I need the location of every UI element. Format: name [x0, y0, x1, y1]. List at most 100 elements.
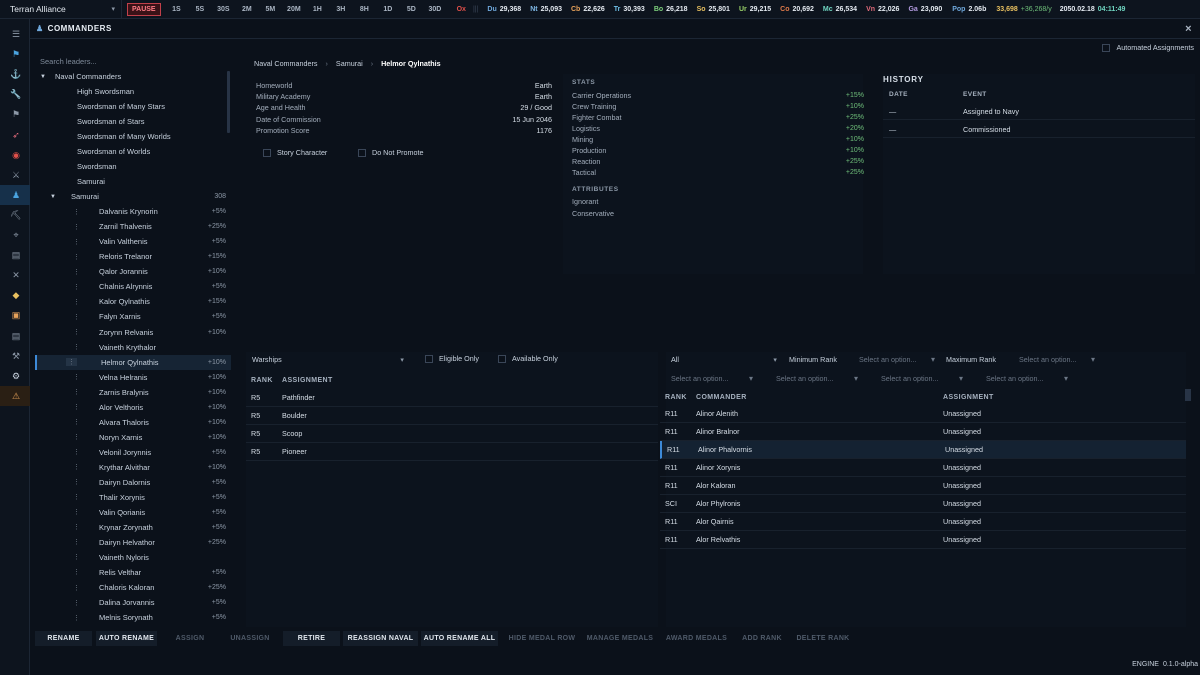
tree-rank-item[interactable]: Swordsman of Stars: [35, 114, 231, 129]
roster-row[interactable]: SCI Alor Phylronis Unassigned: [660, 495, 1186, 513]
swords-icon[interactable]: ✕: [9, 268, 23, 282]
speed-button[interactable]: 30D: [423, 6, 447, 13]
tree-commander-item[interactable]: ⋮ Melnis Sorynath +5%: [35, 610, 231, 625]
anchor-icon[interactable]: ⚓: [9, 67, 23, 81]
tree-rank-item[interactable]: Swordsman of Many Worlds: [35, 129, 231, 144]
speed-button[interactable]: 1H: [306, 6, 330, 13]
tree-commander-item[interactable]: ⋮ Kalor Qylnathis +15%: [35, 294, 231, 309]
checkbox[interactable]: [263, 148, 271, 157]
action-button-hide-medal-row[interactable]: HIDE MEDAL ROW: [504, 631, 580, 646]
close-button[interactable]: ×: [1185, 23, 1192, 35]
search-input[interactable]: Search leaders...: [40, 57, 97, 66]
drag-handle-icon[interactable]: ⋮: [73, 403, 80, 411]
drag-handle-icon[interactable]: ⋮: [73, 388, 80, 396]
roster-row[interactable]: R11 Alor Qairnis Unassigned: [660, 513, 1186, 531]
flag-icon[interactable]: ⚑: [9, 47, 23, 61]
action-button-rename[interactable]: RENAME: [35, 631, 92, 646]
action-button-award-medals[interactable]: AWARD MEDALS: [659, 631, 734, 646]
tree-commander-item[interactable]: ⋮ Helmor Qylnathis +10%: [35, 354, 231, 370]
drag-handle-icon[interactable]: ⋮: [73, 523, 80, 531]
speed-button[interactable]: 1D: [376, 6, 400, 13]
checkbox[interactable]: [358, 148, 366, 157]
tree-commander-item[interactable]: ⋮ Zarnis Bralynis +10%: [35, 385, 231, 400]
tree-commander-item[interactable]: ⋮ Krythar Alvithar +10%: [35, 460, 231, 475]
drag-handle-icon[interactable]: ⋮: [73, 538, 80, 546]
wrench-icon[interactable]: 🔧: [9, 87, 23, 101]
drag-handle-icon[interactable]: ⋮: [73, 463, 80, 471]
checkbox[interactable]: [425, 354, 433, 363]
rocket-icon[interactable]: ➶: [9, 128, 23, 142]
tree-commander-item[interactable]: ⋮ Krynar Zorynath +5%: [35, 520, 231, 535]
ship-row[interactable]: R5 Boulder: [246, 407, 658, 425]
drag-handle-icon[interactable]: ⋮: [73, 599, 80, 607]
warning-icon[interactable]: ⚠: [9, 389, 23, 403]
tree-commander-item[interactable]: ⋮ Vaineth Nyloris: [35, 550, 231, 565]
tree-commander-item[interactable]: ⋮ Valin Qorianis +5%: [35, 505, 231, 520]
drag-handle-icon[interactable]: ⋮: [73, 223, 80, 231]
action-button-auto-rename-all[interactable]: AUTO RENAME ALL: [421, 631, 498, 646]
do-not-promote-toggle[interactable]: Do Not Promote: [358, 148, 424, 157]
gear-icon[interactable]: ⚙: [9, 369, 23, 383]
action-button-delete-rank[interactable]: DELETE RANK: [792, 631, 854, 646]
roster-row[interactable]: R11 Alinor Alenith Unassigned: [660, 405, 1186, 423]
tree-commander-item[interactable]: ⋮ Dalina Jorvannis +5%: [35, 595, 231, 610]
checkbox[interactable]: [498, 354, 506, 363]
drag-handle-icon[interactable]: ⋮: [73, 433, 80, 441]
drag-handle-icon[interactable]: ⋮: [73, 584, 80, 592]
drag-handle-icon[interactable]: ⋮: [73, 208, 80, 216]
action-button-add-rank[interactable]: ADD RANK: [737, 631, 787, 646]
sub-filter-dropdown[interactable]: Select an option... ▾: [776, 374, 858, 383]
speed-button[interactable]: 8H: [353, 6, 377, 13]
story-character-toggle[interactable]: Story Character: [263, 148, 327, 157]
eligible-only-toggle[interactable]: Eligible Only: [425, 354, 479, 363]
roster-row[interactable]: R11 Alinor Xorynis Unassigned: [660, 459, 1186, 477]
ship-type-dropdown[interactable]: Warships ▾: [252, 355, 404, 367]
sub-filter-dropdown[interactable]: Select an option... ▾: [881, 374, 963, 383]
tree-commander-item[interactable]: ⋮ Chalnis Alrynnis +5%: [35, 279, 231, 294]
breadcrumb-item[interactable]: Naval Commanders: [254, 59, 318, 68]
tree-commander-item[interactable]: ⋮ Dalvanis Krynorin +5%: [35, 204, 231, 219]
drag-handle-icon[interactable]: ⋮: [73, 418, 80, 426]
tree-commander-item[interactable]: ⋮ Falyn Xarnis +5%: [35, 309, 231, 324]
tree-rank-item[interactable]: High Swordsman: [35, 84, 231, 99]
menu-icon[interactable]: ☰: [9, 27, 23, 41]
drag-handle-icon[interactable]: ⋮: [73, 283, 80, 291]
tree-commander-item[interactable]: ⋮ Velna Helranis +10%: [35, 370, 231, 385]
tag-icon[interactable]: ◆: [9, 288, 23, 302]
tree-commander-item[interactable]: ⋮ Zorynn Relvanis +10%: [35, 325, 231, 340]
rank-filter-dropdown[interactable]: All ▾: [671, 355, 777, 364]
speed-button[interactable]: 5S: [188, 6, 212, 13]
faction-selector[interactable]: Terran Alliance ▾: [0, 0, 122, 19]
roster-row[interactable]: R11 Alor Relvathis Unassigned: [660, 531, 1186, 549]
tree-root[interactable]: ▼ Naval Commanders: [35, 69, 231, 84]
minimum-rank-dropdown[interactable]: Select an option... ▾: [859, 355, 935, 364]
tree-commander-item[interactable]: ⋮ Dairyn Dalornis +5%: [35, 475, 231, 490]
drag-handle-icon[interactable]: ⋮: [73, 373, 80, 381]
pause-button[interactable]: PAUSE: [127, 2, 161, 16]
drag-handle-icon[interactable]: ⋮: [73, 253, 80, 261]
drag-handle-icon[interactable]: ⋮: [73, 328, 80, 336]
action-button-reassign-naval[interactable]: REASSIGN NAVAL: [343, 631, 418, 646]
speed-button[interactable]: 3H: [329, 6, 353, 13]
ship-row[interactable]: R5 Pioneer: [246, 443, 658, 461]
drag-handle-icon[interactable]: ⋮: [66, 358, 77, 367]
tree-commander-item[interactable]: ⋮ Qalor Jorannis +10%: [35, 264, 231, 279]
commander-icon[interactable]: ♟: [9, 188, 23, 202]
roster-row[interactable]: R11 Alinor Bralnor Unassigned: [660, 423, 1186, 441]
clipboard-icon[interactable]: ▤: [9, 248, 23, 262]
automated-assignments-toggle[interactable]: Automated Assignments: [1102, 43, 1194, 52]
tree-rank-item[interactable]: Swordsman: [35, 159, 231, 174]
drag-handle-icon[interactable]: ⋮: [73, 493, 80, 501]
crate-icon[interactable]: ▣: [9, 308, 23, 322]
drag-handle-icon[interactable]: ⋮: [73, 448, 80, 456]
tree-rank-item[interactable]: Swordsman of Worlds: [35, 144, 231, 159]
speed-button[interactable]: 30S: [212, 6, 236, 13]
sub-filter-dropdown[interactable]: Select an option... ▾: [986, 374, 1068, 383]
roster-scrollbar[interactable]: [1185, 389, 1191, 401]
tree-scrollbar[interactable]: [227, 71, 230, 133]
tools-icon[interactable]: ⚒: [9, 349, 23, 363]
pickaxe-icon[interactable]: ⛏: [9, 208, 23, 222]
tree-commander-item[interactable]: ⋮ Vaineth Krythalor: [35, 340, 231, 355]
action-button-retire[interactable]: RETIRE: [283, 631, 340, 646]
drag-handle-icon[interactable]: ⋮: [73, 238, 80, 246]
